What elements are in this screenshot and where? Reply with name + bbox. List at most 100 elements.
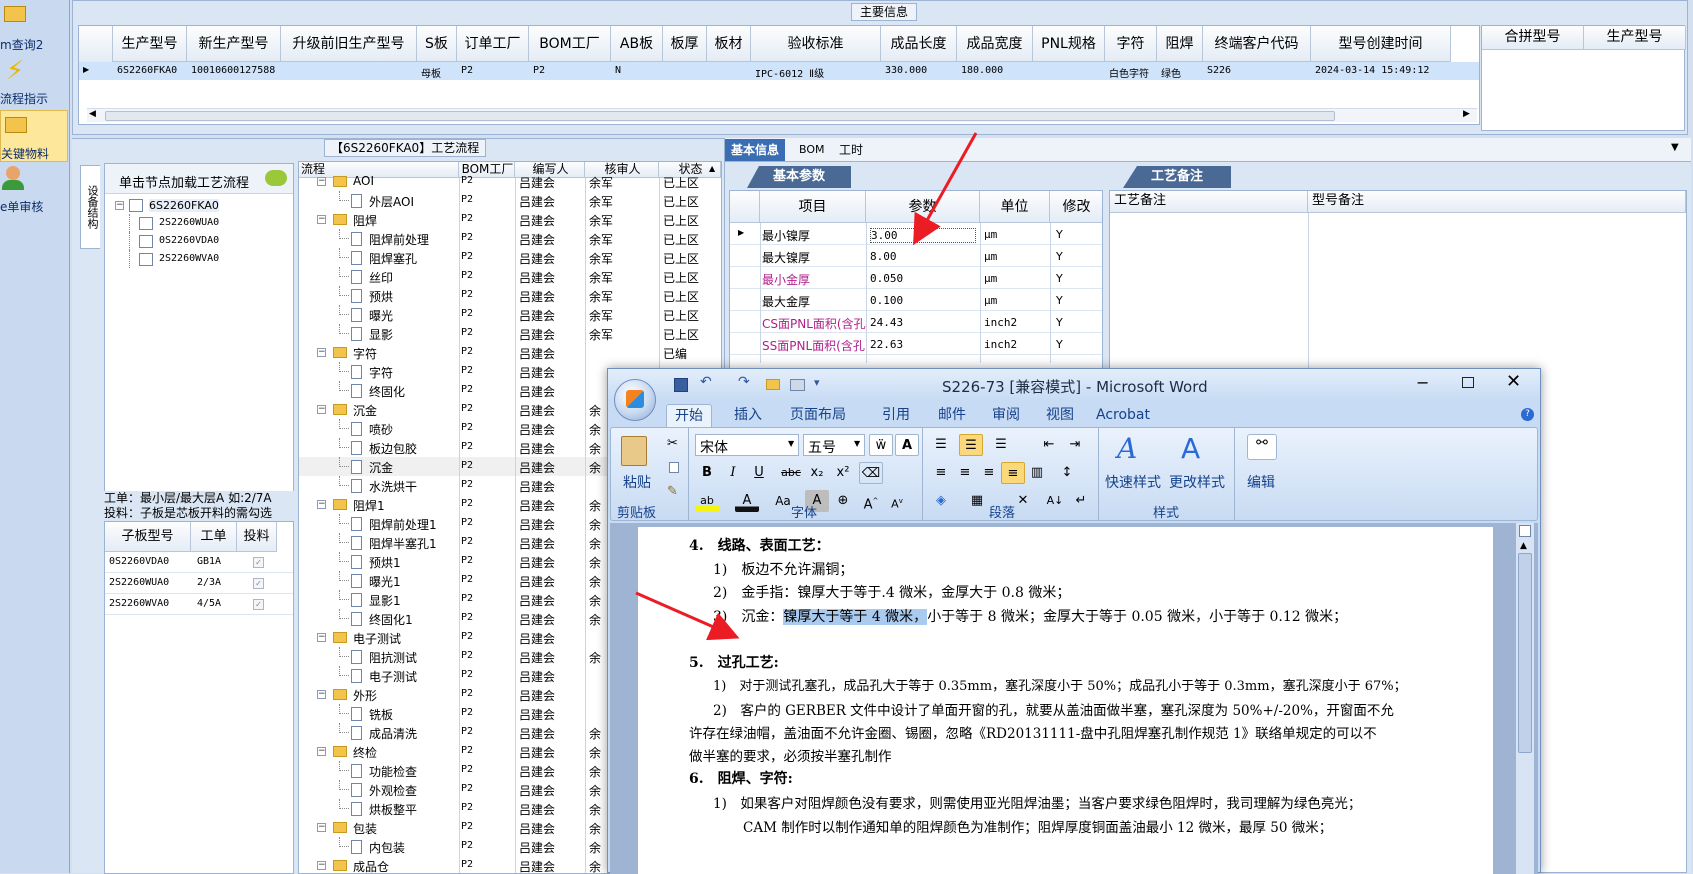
col-header[interactable]: 阻焊	[1157, 26, 1203, 62]
font-name-select[interactable]: 宋体 ▼	[695, 434, 799, 456]
increase-indent-icon[interactable]: ⇥	[1063, 434, 1087, 456]
binoculars-icon[interactable]: ⚯	[1247, 434, 1277, 460]
customize-icon[interactable]: ▾	[814, 376, 820, 389]
col-header[interactable]: 项目	[760, 191, 866, 223]
ribbon-tab[interactable]: 视图	[1038, 404, 1082, 427]
side-tab[interactable]: 设备结构	[80, 165, 100, 249]
cut-icon[interactable]: ✂	[667, 436, 678, 451]
table-row[interactable]: 最大镍厚 8.00 μm Y	[730, 245, 1102, 267]
param-value[interactable]: 22.63	[870, 338, 903, 351]
collapse-icon[interactable]: −	[317, 348, 326, 357]
tree-node[interactable]: 2S2260WVA0	[139, 252, 289, 268]
table-row[interactable]: 预烘 P2 吕建会 余军 已上区	[299, 286, 721, 305]
format-painter-icon[interactable]: ✎	[667, 484, 678, 499]
tree-node[interactable]: 0S2260VDA0	[139, 234, 289, 250]
bullets-icon[interactable]: ☰	[929, 434, 953, 456]
distribute-icon[interactable]: ▥	[1025, 462, 1049, 484]
font-size-select[interactable]: 五号 ▼	[803, 434, 865, 456]
maximize-button[interactable]	[1462, 377, 1474, 388]
phonetic-icon[interactable]: ẅ	[869, 434, 893, 456]
ribbon-tab[interactable]: 页面布局	[782, 404, 854, 427]
collapse-icon[interactable]: −	[317, 500, 326, 509]
param-value[interactable]: 24.43	[870, 316, 903, 329]
checkbox[interactable]: ✓	[253, 578, 264, 589]
col-header[interactable]: S板	[417, 26, 457, 62]
table-row[interactable]: − AOI P2 吕建会 余军 已上区	[299, 172, 721, 191]
underline-icon[interactable]: U	[747, 462, 771, 484]
tab-process-notes[interactable]: 工艺备注	[1123, 166, 1231, 188]
redo-icon[interactable]: ↷	[738, 374, 750, 390]
table-row[interactable]: 最小金厚 0.050 μm Y	[730, 267, 1102, 289]
ruler-toggle-icon[interactable]	[1519, 525, 1531, 537]
ribbon-tab[interactable]: 开始	[666, 404, 712, 427]
table-row[interactable]: 2S2260WVA0 4/5A ✓	[105, 594, 293, 615]
paste-icon[interactable]	[621, 436, 647, 466]
param-value[interactable]: 3.00	[870, 228, 976, 243]
ribbon-tab[interactable]: 插入	[726, 404, 770, 427]
line-spacing-icon[interactable]: ↕	[1055, 462, 1079, 484]
nav-item-flow[interactable]: ⚡ 流程指示	[0, 56, 68, 106]
col-header[interactable]: 订单工厂	[457, 26, 529, 62]
tab-bom[interactable]: BOM	[793, 139, 831, 161]
collapse-icon[interactable]: −	[317, 861, 326, 870]
open-folder-icon[interactable]	[766, 379, 780, 390]
align-center-icon[interactable]: ≡	[953, 462, 977, 484]
sort-icon[interactable]: A↓	[1043, 490, 1067, 512]
collapse-icon[interactable]: −	[317, 633, 326, 642]
sub-tab-basic-params[interactable]: 基本参数	[747, 166, 851, 188]
table-row[interactable]: 阻焊塞孔 P2 吕建会 余军 已上区	[299, 248, 721, 267]
font-color-icon[interactable]: A	[735, 490, 759, 512]
arrow-left-icon[interactable]: ◀	[89, 109, 96, 119]
table-cell[interactable]: 330.000	[881, 65, 957, 76]
dropdown-arrow-icon[interactable]: ▼	[1671, 142, 1679, 153]
quick-style-label[interactable]: 快速样式	[1105, 472, 1161, 492]
table-row[interactable]: − 字符 P2 吕建会 已编	[299, 343, 721, 362]
collapse-icon[interactable]: −	[317, 405, 326, 414]
clear-format-icon[interactable]: ⌫	[859, 462, 883, 484]
ribbon-tab[interactable]: 引用	[874, 404, 918, 427]
col-header[interactable]: 生产型号	[113, 26, 187, 62]
col-header[interactable]: 参数	[866, 191, 980, 223]
table-row[interactable]: 最大金厚 0.100 μm Y	[730, 289, 1102, 311]
tab-basic-info[interactable]: 基本信息	[725, 139, 786, 161]
arrow-right-icon[interactable]: ▶	[1463, 109, 1470, 119]
table-cell[interactable]: S226	[1203, 65, 1311, 76]
col-header[interactable]: PNL规格	[1033, 26, 1105, 62]
collapse-icon[interactable]: −	[317, 823, 326, 832]
table-row[interactable]: ▶ 6S2260FKA0 10010600127588 母板 P2 P2 N IPC-6012…	[79, 62, 1479, 80]
table-cell[interactable]: 180.000	[957, 65, 1033, 76]
table-row[interactable]: 阻焊前处理 P2 吕建会 余军 已上区	[299, 229, 721, 248]
table-row[interactable]: SS面PNL面积(含孔) 22.63 inch2 Y	[730, 333, 1102, 355]
save-icon[interactable]	[674, 378, 688, 392]
table-row[interactable]: 丝印 P2 吕建会 余军 已上区	[299, 267, 721, 286]
col-header[interactable]: 字符	[1105, 26, 1157, 62]
strikethrough-icon[interactable]: abc	[779, 462, 803, 484]
paste-label[interactable]: 粘贴	[623, 472, 651, 492]
table-cell[interactable]: 绿色	[1157, 65, 1203, 80]
checkbox[interactable]: ✓	[253, 557, 264, 568]
bold-icon[interactable]: B	[695, 462, 719, 484]
shrink-font-icon[interactable]: Av	[885, 490, 909, 512]
undo-icon[interactable]: ↶	[700, 374, 712, 390]
enclose-char-icon[interactable]: ⊕	[831, 490, 855, 512]
scroll-thumb[interactable]	[105, 111, 1335, 121]
minimize-button[interactable]: −	[1416, 373, 1429, 392]
close-button[interactable]: ✕	[1506, 371, 1521, 392]
col-header[interactable]: 成品长度	[881, 26, 957, 62]
ribbon-tab[interactable]: 审阅	[984, 404, 1028, 427]
align-right-icon[interactable]: ≡	[977, 462, 1001, 484]
justify-icon[interactable]: ≡	[1001, 462, 1025, 484]
col-header[interactable]: 新生产型号	[187, 26, 281, 62]
collapse-icon[interactable]: −	[115, 201, 124, 210]
col-header[interactable]: 终端客户代码	[1203, 26, 1311, 62]
col-header[interactable]: 板厚	[663, 26, 707, 62]
hscrollbar[interactable]: ◀ ▶	[87, 108, 1477, 122]
multilevel-icon[interactable]: ☰	[989, 434, 1013, 456]
numbering-icon[interactable]: ☰	[959, 434, 983, 456]
borders-icon[interactable]: ▦	[965, 490, 989, 512]
param-value[interactable]: 0.050	[870, 272, 903, 285]
col-header[interactable]: 单位	[980, 191, 1050, 223]
nav-item-query[interactable]: m查询2	[0, 2, 68, 52]
col-header[interactable]: 板材	[707, 26, 751, 62]
tree-node[interactable]: 2S2260WUA0	[139, 216, 289, 232]
